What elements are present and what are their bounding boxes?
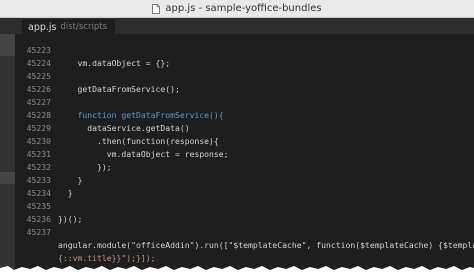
code-line: 45234 [15, 174, 474, 198]
title-bar: app.js - sample-yoffice-bundles [0, 0, 474, 18]
code-line: 45228 dataService.getData() [15, 96, 474, 133]
code-editor[interactable]: 45223 vm.dataObject = {}; 45224 45225 ge… [15, 34, 474, 277]
code-line: 45233 } [15, 161, 474, 198]
tab-filename: app.js [28, 21, 57, 33]
editor-window: app.js - sample-yoffice-bundles app.js d… [0, 0, 474, 277]
code-line: 45237 angular.module("officeAddin").run(… [15, 213, 474, 250]
activity-item[interactable] [0, 34, 15, 56]
code-line: 45227 function getDataFromService(){ [15, 83, 474, 120]
torn-paper-edge [0, 266, 474, 277]
code-line: {::vm.title}}");}]); [15, 226, 474, 263]
code-line: 45230 vm.dataObject = response; [15, 122, 474, 159]
code-line: 45236 [15, 200, 474, 224]
code-line: 45225 getDataFromService(); [15, 57, 474, 94]
activity-item[interactable] [0, 172, 15, 184]
tab-bar: app.js dist/scripts [0, 18, 474, 35]
code-line: 45223 vm.dataObject = {}; [15, 34, 474, 68]
code-line: 45235 })(); [15, 187, 474, 224]
code-line: 45232 } [15, 148, 474, 185]
code-line: 45229 .then(function(response){ [15, 109, 474, 146]
file-icon [152, 3, 161, 14]
activity-bar [0, 34, 15, 277]
code-line: 45231 }); [15, 135, 474, 172]
tab-app-js[interactable]: app.js dist/scripts [22, 18, 115, 35]
code-line: 45224 [15, 44, 474, 68]
tab-path: dist/scripts [60, 22, 108, 32]
window-title: app.js - sample-yoffice-bundles [165, 3, 322, 14]
code-text: angular.module("officeAddin").run(["$tem… [58, 240, 474, 250]
code-line: 45226 [15, 70, 474, 94]
